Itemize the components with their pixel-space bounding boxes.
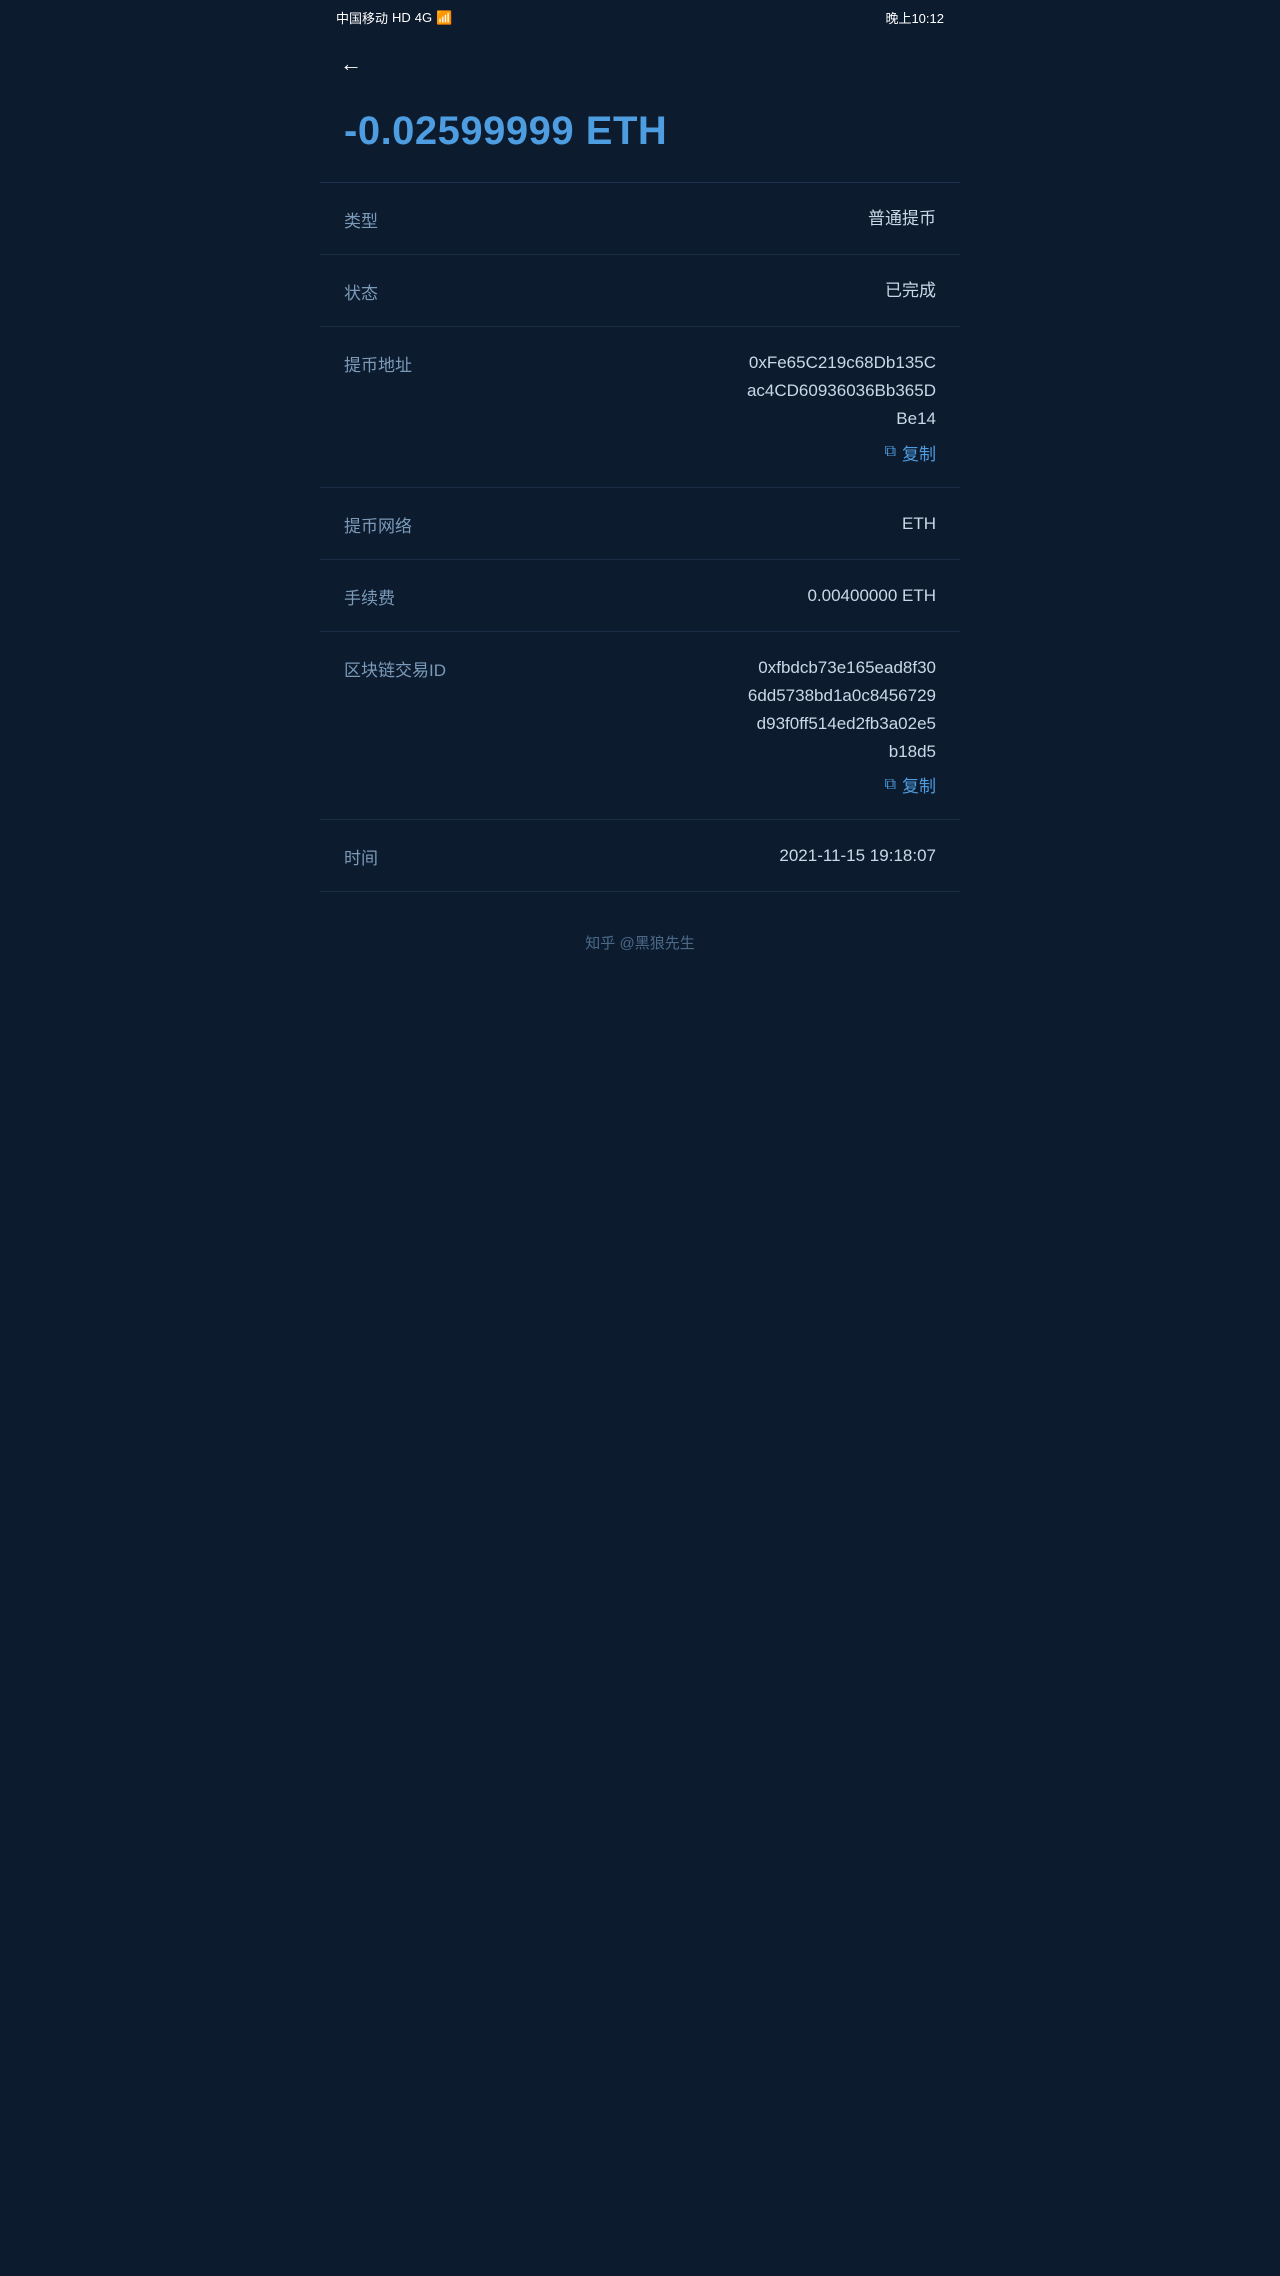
network-value: ETH	[902, 510, 936, 537]
time-value: 2021-11-15 19:18:07	[779, 842, 936, 869]
time-label: 时间	[344, 842, 378, 869]
network-label: 提币网络	[344, 510, 412, 537]
copy-txid-icon: ⧉	[885, 776, 896, 794]
txid-row: 区块链交易ID 0xfbdcb73e165ead8f306dd5738bd1a0…	[344, 654, 936, 766]
address-row: 提币地址 0xFe65C219c68Db135Cac4CD60936036Bb3…	[344, 349, 936, 433]
carrier-text: 中国移动	[336, 8, 388, 27]
copy-address-icon: ⧉	[885, 443, 896, 461]
type-value: 普通提币	[868, 205, 936, 232]
copy-address-label: 复制	[902, 440, 936, 465]
address-block: 提币地址 0xFe65C219c68Db135Cac4CD60936036Bb3…	[320, 327, 960, 487]
network-row: 提币网络 ETH	[320, 488, 960, 560]
signal-bars-icon: 📶	[436, 10, 452, 26]
status-value: 已完成	[885, 277, 936, 304]
back-button[interactable]: ←	[340, 51, 362, 77]
type-row: 类型 普通提币	[320, 183, 960, 255]
fee-label: 手续费	[344, 582, 395, 609]
status-row: 状态 已完成	[320, 255, 960, 327]
txid-block: 区块链交易ID 0xfbdcb73e165ead8f306dd5738bd1a0…	[320, 632, 960, 820]
watermark-text: 知乎 @黑狼先生	[585, 935, 694, 952]
amount-section: -0.02599999 ETH	[320, 85, 960, 182]
fee-row: 手续费 0.00400000 ETH	[320, 560, 960, 632]
footer-watermark: 知乎 @黑狼先生	[320, 892, 960, 973]
signal-text: 4G	[415, 10, 432, 25]
status-label: 状态	[344, 277, 378, 304]
address-value: 0xFe65C219c68Db135Cac4CD60936036Bb365DBe…	[747, 349, 936, 433]
type-label: 类型	[344, 205, 378, 232]
amount-value: -0.02599999 ETH	[344, 109, 936, 154]
txid-label: 区块链交易ID	[344, 654, 446, 681]
status-bar: 中国移动 HD 4G 📶 晚上10:12	[320, 0, 960, 35]
nav-bar: ←	[320, 35, 960, 85]
txid-value: 0xfbdcb73e165ead8f306dd5738bd1a0c8456729…	[748, 654, 936, 766]
address-copy-row[interactable]: ⧉ 复制	[344, 440, 936, 465]
txid-copy-row[interactable]: ⧉ 复制	[344, 772, 936, 797]
hd-badge: HD	[392, 10, 411, 25]
copy-txid-label: 复制	[902, 772, 936, 797]
status-left: 中国移动 HD 4G 📶	[336, 8, 452, 27]
status-time: 晚上10:12	[885, 8, 944, 27]
time-row: 时间 2021-11-15 19:18:07	[320, 820, 960, 892]
fee-value: 0.00400000 ETH	[807, 582, 936, 609]
address-label: 提币地址	[344, 349, 412, 376]
